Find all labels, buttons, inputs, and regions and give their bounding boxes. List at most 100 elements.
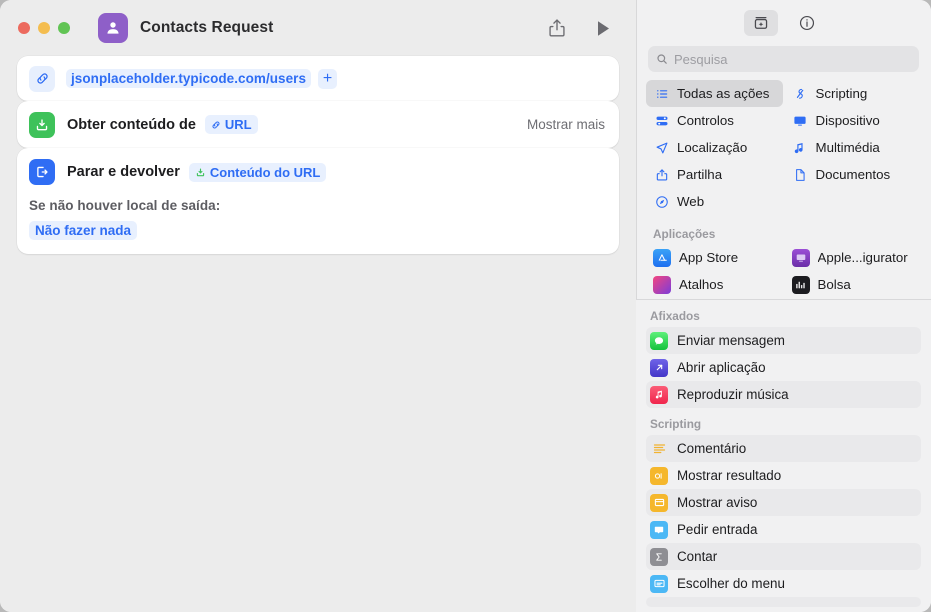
count-sigma-icon (650, 547, 668, 566)
category-dispositivo[interactable]: Dispositivo (785, 107, 922, 134)
run-shortcut-button[interactable] (586, 13, 620, 43)
category-label: Scripting (815, 86, 868, 101)
editor-pane: Contacts Request jsonplaceholder.typicod… (0, 0, 636, 612)
list-item-partial[interactable] (646, 597, 921, 607)
scripting-section-header: Scripting (650, 417, 702, 431)
category-label: Localização (677, 140, 748, 155)
url-contents-token[interactable]: Conteúdo do URL (188, 162, 327, 182)
category-documentos[interactable]: Documentos (785, 161, 922, 188)
no-output-value[interactable]: Não fazer nada (29, 221, 138, 240)
action-label: Parar e devolver (67, 164, 180, 180)
apps-grid: App Store Apple...igurator Atalhos Bolsa (636, 244, 931, 296)
category-localizacao[interactable]: Localização (646, 134, 783, 161)
category-grid: Todas as ações Scripting Controlos Dispo… (636, 80, 931, 223)
category-label: Partilha (677, 167, 723, 182)
contact-person-icon (98, 13, 128, 43)
comment-lines-icon (650, 440, 668, 458)
url-token[interactable]: URL (204, 115, 258, 134)
list-item-mostrar-resultado[interactable]: Mostrar resultado (646, 462, 921, 489)
list-item-enviar-mensagem[interactable]: Enviar mensagem (646, 327, 921, 354)
search-input[interactable]: Pesquisa (648, 46, 919, 72)
app-item-app-store[interactable]: App Store (646, 244, 783, 271)
display-icon (792, 114, 809, 128)
category-scripting[interactable]: Scripting (785, 80, 922, 107)
close-window-button[interactable] (18, 22, 30, 34)
list-item-label: Mostrar resultado (677, 468, 782, 483)
url-value[interactable]: jsonplaceholder.typicode.com/users (66, 69, 312, 88)
shortcuts-icon (653, 275, 671, 294)
location-arrow-icon (653, 141, 670, 155)
safari-compass-icon (653, 195, 670, 209)
music-note-icon (792, 141, 809, 155)
library-toolbar (636, 0, 931, 46)
document-icon (792, 168, 809, 182)
sliders-icon (653, 114, 670, 128)
list-item-label: Escolher do menu (677, 576, 785, 591)
list-item-label: Comentário (677, 441, 747, 456)
music-icon (650, 385, 668, 404)
link-icon (212, 120, 220, 129)
open-app-icon (650, 358, 668, 377)
show-result-icon (650, 466, 668, 485)
stop-header-row: Parar e devolver Conteúdo do URL (29, 159, 607, 185)
action-library-pane: Pesquisa Todas as ações Scripting Contro… (636, 0, 931, 612)
apple-configurator-icon (791, 248, 810, 267)
category-label: Todas as ações (677, 86, 770, 101)
list-item-reproduzir-musica[interactable]: Reproduzir música (646, 381, 921, 408)
list-item-label: Abrir aplicação (677, 360, 766, 375)
info-icon[interactable] (790, 10, 824, 36)
title-bar: Contacts Request (0, 0, 636, 56)
list-item-contar[interactable]: Contar (646, 543, 921, 570)
list-item-comentario[interactable]: Comentário (646, 435, 921, 462)
category-multimedia[interactable]: Multimédia (785, 134, 922, 161)
workflow-step-stop-return[interactable]: Parar e devolver Conteúdo do URL Se não … (17, 148, 619, 254)
messages-icon (650, 331, 668, 350)
category-todas-as-acoes[interactable]: Todas as ações (646, 80, 783, 107)
traffic-lights[interactable] (18, 22, 70, 34)
category-label: Dispositivo (815, 113, 880, 128)
show-more-button[interactable]: Mostrar mais (527, 117, 605, 132)
app-label: Apple...igurator (817, 250, 908, 265)
app-store-icon (653, 248, 671, 267)
choose-menu-icon (650, 574, 668, 593)
list-item-mostrar-aviso[interactable]: Mostrar aviso (646, 489, 921, 516)
app-item-apple-configurator[interactable]: Apple...igurator (785, 244, 922, 271)
apps-section-header: Aplicações (653, 227, 716, 241)
app-label: Atalhos (679, 277, 724, 292)
action-label: Obter conteúdo de (67, 116, 196, 133)
app-label: Bolsa (817, 277, 851, 292)
list-item-label: Enviar mensagem (677, 333, 785, 348)
app-item-bolsa[interactable]: Bolsa (785, 271, 922, 296)
stocks-icon (791, 275, 810, 294)
link-icon (29, 65, 55, 92)
add-action-icon[interactable] (743, 10, 778, 36)
workflow-step-get-contents[interactable]: Obter conteúdo de URL Mostrar mais (17, 101, 619, 148)
app-item-atalhos[interactable]: Atalhos (646, 271, 783, 296)
list-item-escolher-do-menu[interactable]: Escolher do menu (646, 570, 921, 597)
list-item-label: Pedir entrada (677, 522, 758, 537)
list-item-pedir-entrada[interactable]: Pedir entrada (646, 516, 921, 543)
minimize-window-button[interactable] (38, 22, 50, 34)
add-url-button[interactable]: + (318, 68, 338, 89)
list-item-label: Reproduzir música (677, 387, 789, 402)
category-partilha[interactable]: Partilha (646, 161, 783, 188)
script-icon (792, 87, 809, 101)
page-title: Contacts Request (140, 19, 274, 36)
app-label: App Store (679, 250, 739, 265)
list-item-label: Contar (677, 549, 718, 564)
ask-input-icon (650, 520, 668, 539)
download-box-icon (196, 168, 205, 176)
category-label: Web (677, 194, 705, 209)
download-box-icon (29, 111, 55, 138)
workflow-canvas: jsonplaceholder.typicode.com/users + Obt… (0, 56, 636, 254)
maximize-window-button[interactable] (58, 22, 70, 34)
search-placeholder: Pesquisa (674, 51, 728, 67)
share-icon[interactable] (540, 13, 574, 43)
action-list[interactable]: Afixados Enviar mensagem Abrir aplicação (636, 300, 931, 612)
list-item-abrir-aplicacao[interactable]: Abrir aplicação (646, 354, 921, 381)
workflow-step-url[interactable]: jsonplaceholder.typicode.com/users + (17, 56, 619, 101)
token-label: Conteúdo do URL (209, 164, 321, 180)
category-web[interactable]: Web (646, 188, 783, 215)
no-output-label: Se não houver local de saída: (29, 198, 221, 213)
category-controlos[interactable]: Controlos (646, 107, 783, 134)
